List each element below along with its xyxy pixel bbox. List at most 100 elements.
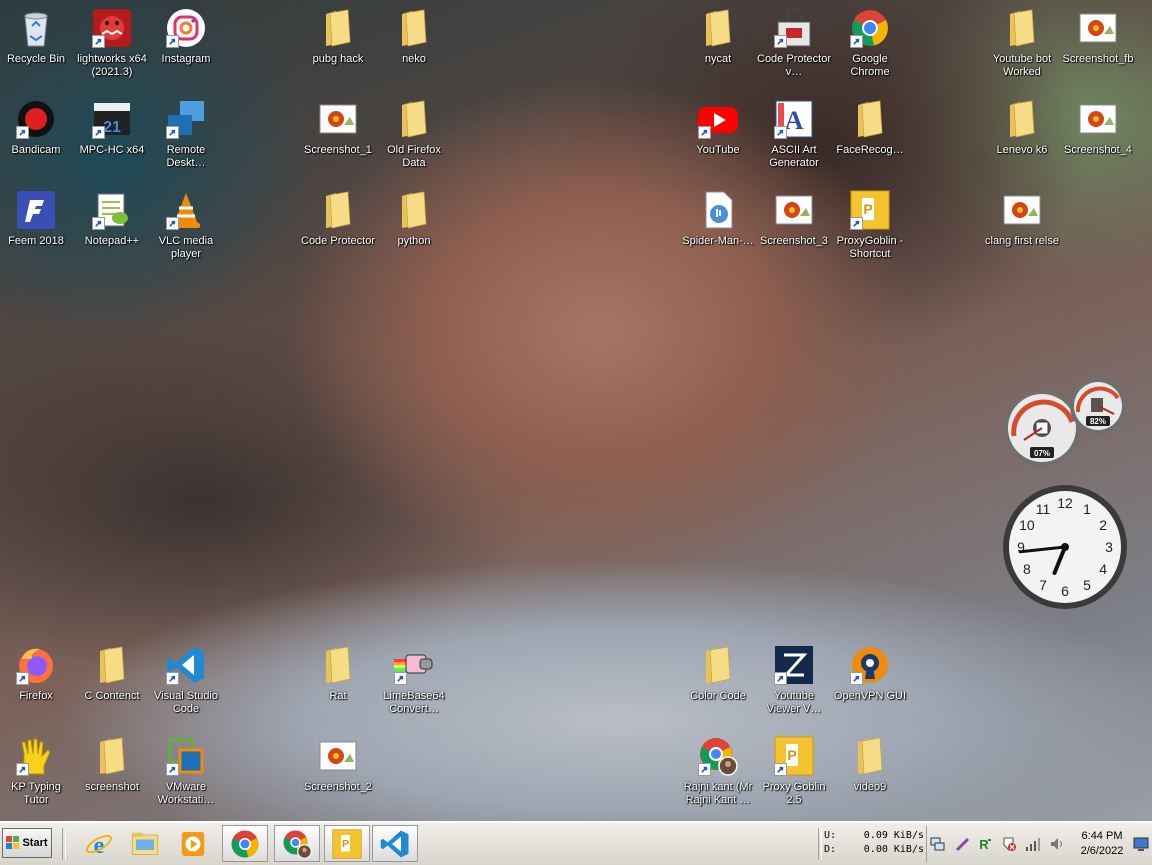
folder-icon — [698, 8, 738, 48]
taskbar-clock[interactable]: 6:44 PM 2/6/2022 — [1073, 829, 1131, 859]
desktop-icon-label: Screenshot_3 — [760, 235, 828, 247]
desktop-icon[interactable]: Rat — [300, 639, 376, 703]
r-app-icon[interactable]: R — [977, 836, 993, 852]
desktop-icon[interactable]: 21 MPC-HC x64 — [74, 93, 150, 157]
ascii-art-icon: A — [774, 99, 814, 139]
code-protector-icon — [774, 8, 814, 48]
start-button[interactable]: Start — [2, 828, 52, 858]
clock-gadget[interactable]: 1234567891011 12 — [1002, 484, 1128, 610]
desktop-icon[interactable]: YouTube — [680, 93, 756, 157]
svg-text:R: R — [979, 837, 989, 852]
taskbar-app-chrome-window-2[interactable] — [274, 825, 320, 862]
taskbar-app-internet-explorer[interactable]: e — [76, 825, 122, 862]
youtube-icon — [698, 99, 738, 139]
bandicam-icon — [16, 99, 56, 139]
shortcut-arrow-icon — [166, 217, 179, 230]
desktop-icon[interactable]: Recycle Bin — [0, 2, 74, 66]
desktop-icon-label: Firefox — [19, 690, 53, 702]
desktop-icon-label: screenshot — [85, 781, 139, 793]
desktop-icon[interactable]: FaceRecog… — [832, 93, 908, 157]
desktop-icon[interactable]: Screenshot_4 — [1060, 93, 1136, 157]
shortcut-arrow-icon — [774, 126, 787, 139]
desktop-icon[interactable]: python — [376, 184, 452, 248]
folder-icon — [318, 8, 358, 48]
shortcut-arrow-icon — [698, 126, 711, 139]
desktop-icon[interactable]: screenshot — [74, 730, 150, 794]
desktop-icon[interactable]: Youtube bot Worked — [984, 2, 1060, 79]
desktop-icon[interactable]: Remote Deskt… — [148, 93, 224, 170]
instagram-icon — [166, 8, 206, 48]
desktop-icon[interactable]: Color Code — [680, 639, 756, 703]
desktop-icon[interactable]: Notepad++ — [74, 184, 150, 248]
desktop-icon[interactable]: OpenVPN GUI — [832, 639, 908, 703]
cpu-meter-gadget[interactable]: 07% 82% — [1002, 376, 1126, 468]
pen-icon[interactable] — [955, 836, 971, 852]
clock-numeral: 10 — [1019, 517, 1035, 533]
desktop-icon-label: Remote Deskt… — [166, 144, 206, 169]
desktop-icon[interactable]: lightworks x64 (2021.3) — [74, 2, 150, 79]
desktop-icon[interactable]: video9 — [832, 730, 908, 794]
desktop-icon[interactable]: A ASCII Art Generator — [756, 93, 832, 170]
taskbar-app-proxy-goblin[interactable]: P — [324, 825, 370, 862]
desktop-icon[interactable]: Youtube Viewer V… — [756, 639, 832, 716]
desktop-icon-label: Code Protector v… — [757, 53, 831, 78]
desktop-icon[interactable]: Screenshot_fb — [1060, 2, 1136, 66]
taskbar-app-vscode[interactable] — [372, 825, 418, 862]
desktop-icon-label: Rat — [329, 690, 347, 702]
desktop-icon[interactable]: Google Chrome — [832, 2, 908, 79]
mpc-hc-icon: 21 — [92, 99, 132, 139]
desktop-icon[interactable]: Rajni kant (Mr Rajni Kant … — [680, 730, 756, 807]
youtube-viewer-icon — [774, 645, 814, 685]
desktop-icon-label: Google Chrome — [850, 53, 890, 78]
desktop-icon[interactable]: P ProxyGoblin - Shortcut — [832, 184, 908, 261]
proxy-goblin-icon: P — [774, 736, 814, 776]
desktop-icon-label: LimeBase64 Convert… — [383, 690, 445, 715]
desktop-icon[interactable]: Code Protector — [300, 184, 376, 248]
chrome-profile-icon — [282, 829, 312, 859]
desktop-icon[interactable]: neko — [376, 2, 452, 66]
desktop-icon[interactable]: Visual Studio Code — [148, 639, 224, 716]
desktop-icon[interactable]: nycat — [680, 2, 756, 66]
desktop-icon[interactable]: KP Typing Tutor — [0, 730, 74, 807]
security-icon[interactable] — [1001, 836, 1017, 852]
desktop-icon[interactable]: LimeBase64 Convert… — [376, 639, 452, 716]
desktop-icon[interactable]: Firefox — [0, 639, 74, 703]
desktop-icon[interactable]: C Contenct — [74, 639, 150, 703]
desktop-icon-label: C Contenct — [84, 690, 140, 702]
svg-text:P: P — [342, 838, 349, 850]
desktop-icon[interactable]: VMware Workstati… — [148, 730, 224, 807]
taskbar-time: 6:44 PM — [1081, 830, 1123, 842]
shortcut-arrow-icon — [850, 35, 863, 48]
desktop-icon[interactable]: P Proxy Goblin 2.5 — [756, 730, 832, 807]
taskbar-app-chrome-window-1[interactable] — [222, 825, 268, 862]
taskbar-app-media-player[interactable] — [170, 825, 216, 862]
desktop-icon-label: Screenshot_fb — [1062, 53, 1134, 65]
shortcut-arrow-icon — [166, 35, 179, 48]
monitor-icon[interactable] — [1133, 836, 1149, 852]
desktop-icon[interactable]: Old Firefox Data — [376, 93, 452, 170]
desktop-icon-label: FaceRecog… — [836, 144, 904, 156]
folder-icon — [318, 645, 358, 685]
desktop-icon[interactable]: Bandicam — [0, 93, 74, 157]
clock-numeral: 12 — [1057, 495, 1073, 511]
desktop-icon[interactable]: Lenevo k6 — [984, 93, 1060, 157]
volume-icon[interactable] — [1049, 836, 1065, 852]
desktop-icon[interactable]: Screenshot_3 — [756, 184, 832, 248]
image-file-icon — [774, 190, 814, 230]
desktop-icon[interactable]: Spider-Man-… — [680, 184, 756, 248]
shortcut-arrow-icon — [850, 217, 863, 230]
desktop-icon[interactable]: Screenshot_1 — [300, 93, 376, 157]
openvpn-icon — [850, 645, 890, 685]
desktop-icon[interactable]: pubg hack — [300, 2, 376, 66]
desktop-icon[interactable]: clang first relse — [984, 184, 1060, 248]
desktop-icon[interactable]: VLC media player — [148, 184, 224, 261]
desktop-icon[interactable]: Instagram — [148, 2, 224, 66]
network-icon[interactable] — [929, 836, 945, 852]
system-tray: 6:44 PM 2/6/2022 R — [926, 826, 1151, 862]
desktop-icon[interactable]: Screenshot_2 — [300, 730, 376, 794]
taskbar-app-file-explorer[interactable] — [122, 825, 168, 862]
signal-icon[interactable] — [1025, 836, 1041, 852]
desktop-icon-label: Youtube Viewer V… — [766, 690, 822, 715]
desktop-icon[interactable]: Feem 2018 — [0, 184, 74, 248]
desktop-icon[interactable]: Code Protector v… — [756, 2, 832, 79]
